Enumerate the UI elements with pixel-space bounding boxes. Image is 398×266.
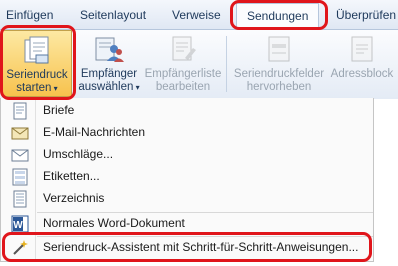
word-document-icon: W — [11, 215, 29, 233]
address-block-label: Adressblock — [330, 68, 394, 80]
start-mail-merge-label-2: starten — [16, 82, 52, 94]
edit-list-icon — [168, 34, 198, 67]
ribbon-tab-bar: Einfügen Seitenlayout Verweise Sendungen… — [0, 0, 398, 30]
start-mail-merge-menu: Briefe E-Mail-Nachrichten Umschläge... E… — [0, 98, 374, 262]
edit-recipient-list-label-1: Empfängerliste — [144, 68, 222, 80]
select-recipients-button[interactable]: Empfänger auswählen ▾ — [76, 30, 142, 97]
menu-item-letters[interactable]: Briefe — [1, 100, 373, 122]
menu-item-email-messages[interactable]: E-Mail-Nachrichten — [1, 122, 373, 144]
labels-icon — [11, 168, 29, 186]
menu-item-label: E-Mail-Nachrichten — [43, 125, 146, 139]
recipients-icon — [94, 34, 124, 67]
menu-item-label: Etiketten... — [43, 169, 100, 183]
tab-ueberpruefen[interactable]: Überprüfen — [336, 8, 396, 22]
menu-item-label: Normales Word-Dokument — [43, 216, 185, 230]
start-mail-merge-label-1: Seriendruck — [6, 69, 68, 81]
address-block-icon — [348, 34, 376, 67]
tab-sendungen[interactable]: Sendungen — [236, 3, 320, 28]
menu-item-label: Briefe — [43, 103, 75, 117]
ribbon-panel: Seriendruck starten ▾ Empfänger auswähle… — [0, 29, 398, 99]
select-recipients-label-1: Empfänger — [80, 68, 138, 80]
tab-verweise[interactable]: Verweise — [172, 8, 221, 22]
ribbon-group-separator — [226, 36, 227, 92]
address-block-button[interactable]: Adressblock — [328, 30, 396, 97]
edit-recipient-list-label-2: bearbeiten — [155, 81, 211, 93]
mail-merge-icon — [22, 35, 52, 70]
tab-seitenlayout[interactable]: Seitenlayout — [80, 8, 146, 22]
menu-item-label: Seriendruck-Assistent mit Schritt-für-Sc… — [43, 240, 359, 254]
select-recipients-label-2: auswählen — [78, 81, 134, 93]
wizard-icon — [11, 239, 29, 257]
highlight-merge-fields-label-2: hervorheben — [246, 81, 312, 93]
highlight-merge-fields-button[interactable]: Seriendruckfelder hervorheben — [230, 30, 328, 97]
menu-item-mail-merge-wizard[interactable]: Seriendruck-Assistent mit Schritt-für-Sc… — [1, 237, 373, 259]
menu-item-envelopes[interactable]: Umschläge... — [1, 144, 373, 166]
menu-item-label: Verzeichnis — [43, 191, 105, 205]
letter-icon — [11, 102, 29, 120]
highlight-fields-icon — [265, 34, 293, 67]
menu-item-labels[interactable]: Etiketten... — [1, 166, 373, 188]
highlight-merge-fields-label-1: Seriendruckfelder — [233, 68, 325, 80]
email-icon — [11, 124, 29, 142]
menu-item-normal-word-document[interactable]: W Normales Word-Dokument — [1, 213, 373, 235]
directory-icon — [11, 190, 29, 208]
menu-item-directory[interactable]: Verzeichnis — [1, 188, 373, 210]
menu-item-label: Umschläge... — [43, 147, 114, 161]
start-mail-merge-button[interactable]: Seriendruck starten ▾ — [2, 30, 72, 97]
edit-recipient-list-button[interactable]: Empfängerliste bearbeiten — [142, 30, 224, 97]
tab-einfuegen[interactable]: Einfügen — [6, 8, 53, 22]
svg-text:W: W — [13, 220, 23, 231]
envelope-icon — [11, 146, 29, 164]
